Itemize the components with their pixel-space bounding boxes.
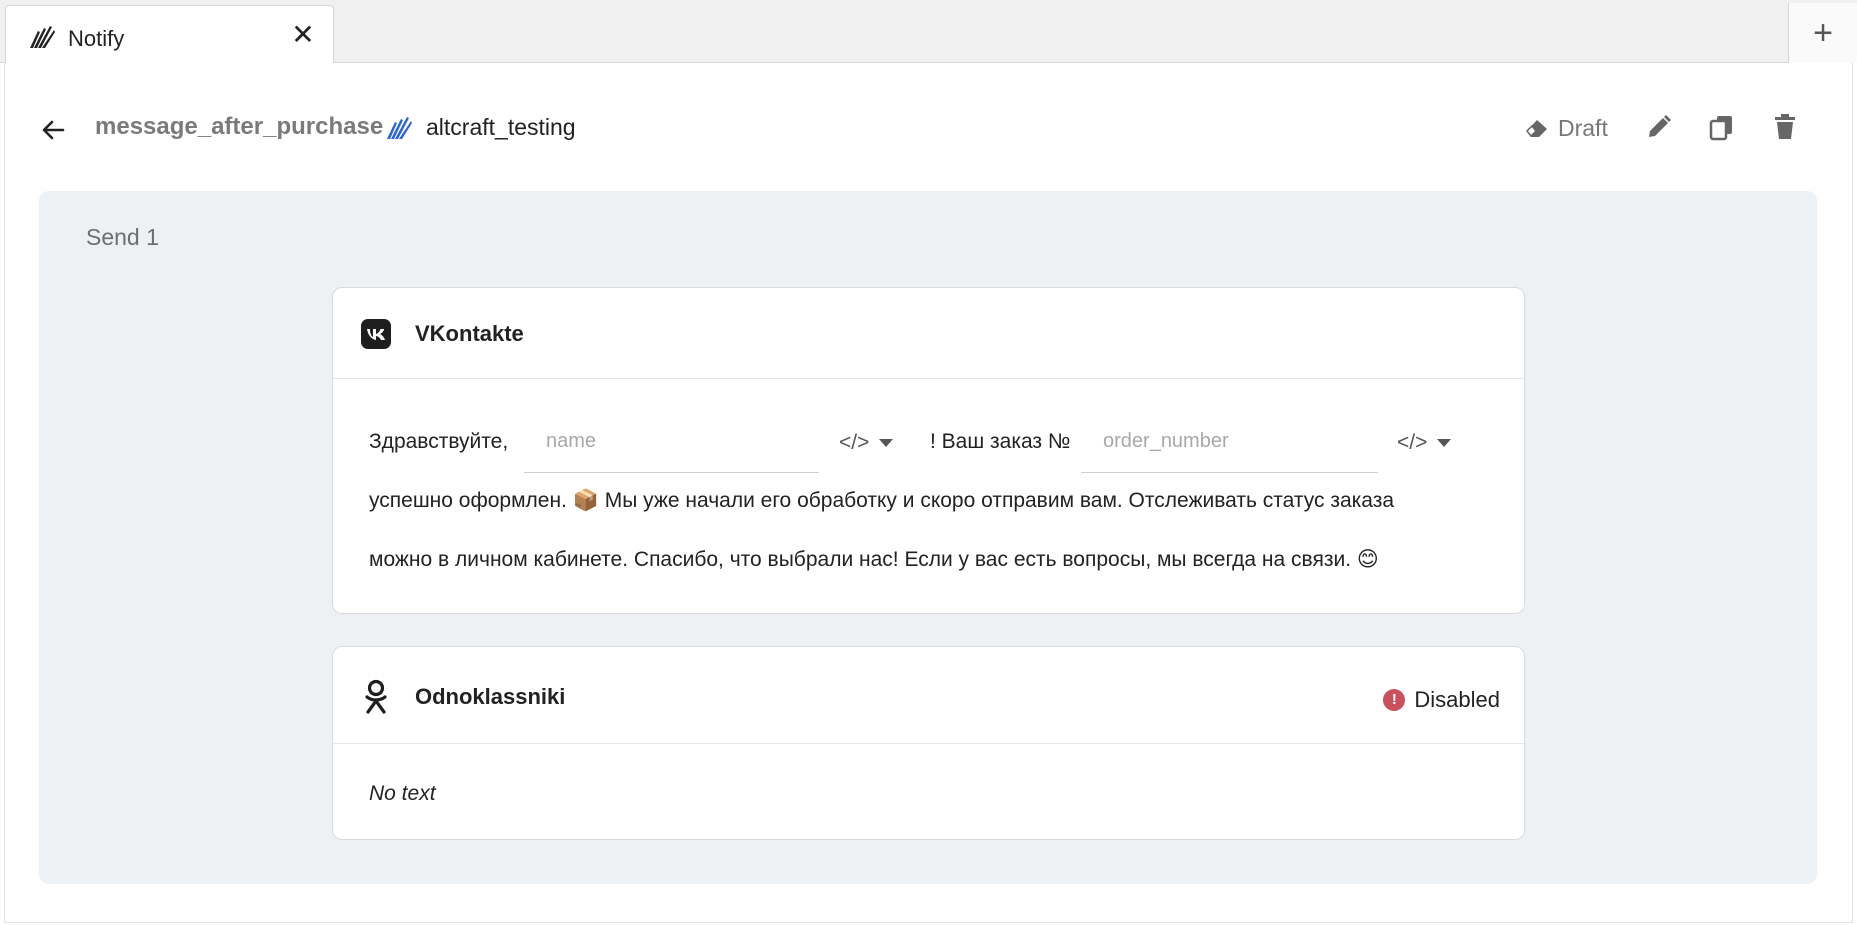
status-badge: Draft (1524, 112, 1608, 144)
variable-field-order-number[interactable]: order_number (1081, 415, 1378, 473)
project-logo-icon (387, 117, 412, 139)
code-icon: </> (1397, 431, 1428, 454)
variable-placeholder: order_number (1103, 430, 1229, 452)
insert-variable-button[interactable]: </> (839, 429, 894, 457)
code-icon: </> (839, 431, 870, 454)
message-text: успешно оформлен. 📦 Мы уже начали его об… (369, 489, 1395, 512)
disabled-badge: ! Disabled (1383, 687, 1500, 713)
tab-notify[interactable]: Notify ✕ (5, 5, 334, 64)
back-arrow-icon[interactable] (38, 115, 68, 145)
message-text: можно в личном кабинете. Спасибо, что вы… (369, 548, 1379, 571)
vk-card: VKontakte Здравствуйте, name </> ! Ваш з… (332, 287, 1525, 614)
alert-icon: ! (1383, 689, 1406, 711)
chevron-down-icon (879, 439, 894, 447)
odnoklassniki-icon (365, 679, 387, 714)
add-tab-button[interactable]: + (1788, 3, 1857, 63)
status-label: Draft (1558, 114, 1608, 141)
chevron-down-icon (1437, 439, 1452, 447)
notify-logo-icon (30, 26, 55, 48)
close-tab-icon[interactable]: ✕ (288, 20, 318, 50)
empty-text: No text (369, 782, 436, 805)
card-title: VKontakte (415, 321, 524, 346)
message-text: ! Ваш заказ № (930, 430, 1071, 453)
vk-icon (361, 319, 391, 349)
card-header: Odnoklassniki ! Disabled (333, 647, 1524, 744)
variable-placeholder: name (546, 430, 597, 452)
copy-icon[interactable] (1707, 112, 1737, 142)
trash-icon[interactable] (1770, 112, 1800, 142)
send-label: Send 1 (86, 224, 159, 250)
disabled-label: Disabled (1414, 687, 1500, 712)
eraser-icon (1525, 120, 1547, 138)
ok-card: Odnoklassniki ! Disabled No text (332, 646, 1525, 840)
message-text: Здравствуйте, (369, 430, 509, 453)
tab-bar: Notify ✕ + (0, 0, 1857, 64)
tab-label: Notify (68, 26, 125, 51)
edit-icon[interactable] (1644, 112, 1674, 142)
card-header: VKontakte (333, 288, 1524, 379)
insert-variable-button[interactable]: </> (1397, 429, 1452, 457)
variable-field-name[interactable]: name (524, 415, 819, 473)
card-title: Odnoklassniki (415, 684, 566, 709)
message-name: message_after_purchase (95, 113, 384, 140)
project-name: altcraft_testing (426, 114, 576, 140)
